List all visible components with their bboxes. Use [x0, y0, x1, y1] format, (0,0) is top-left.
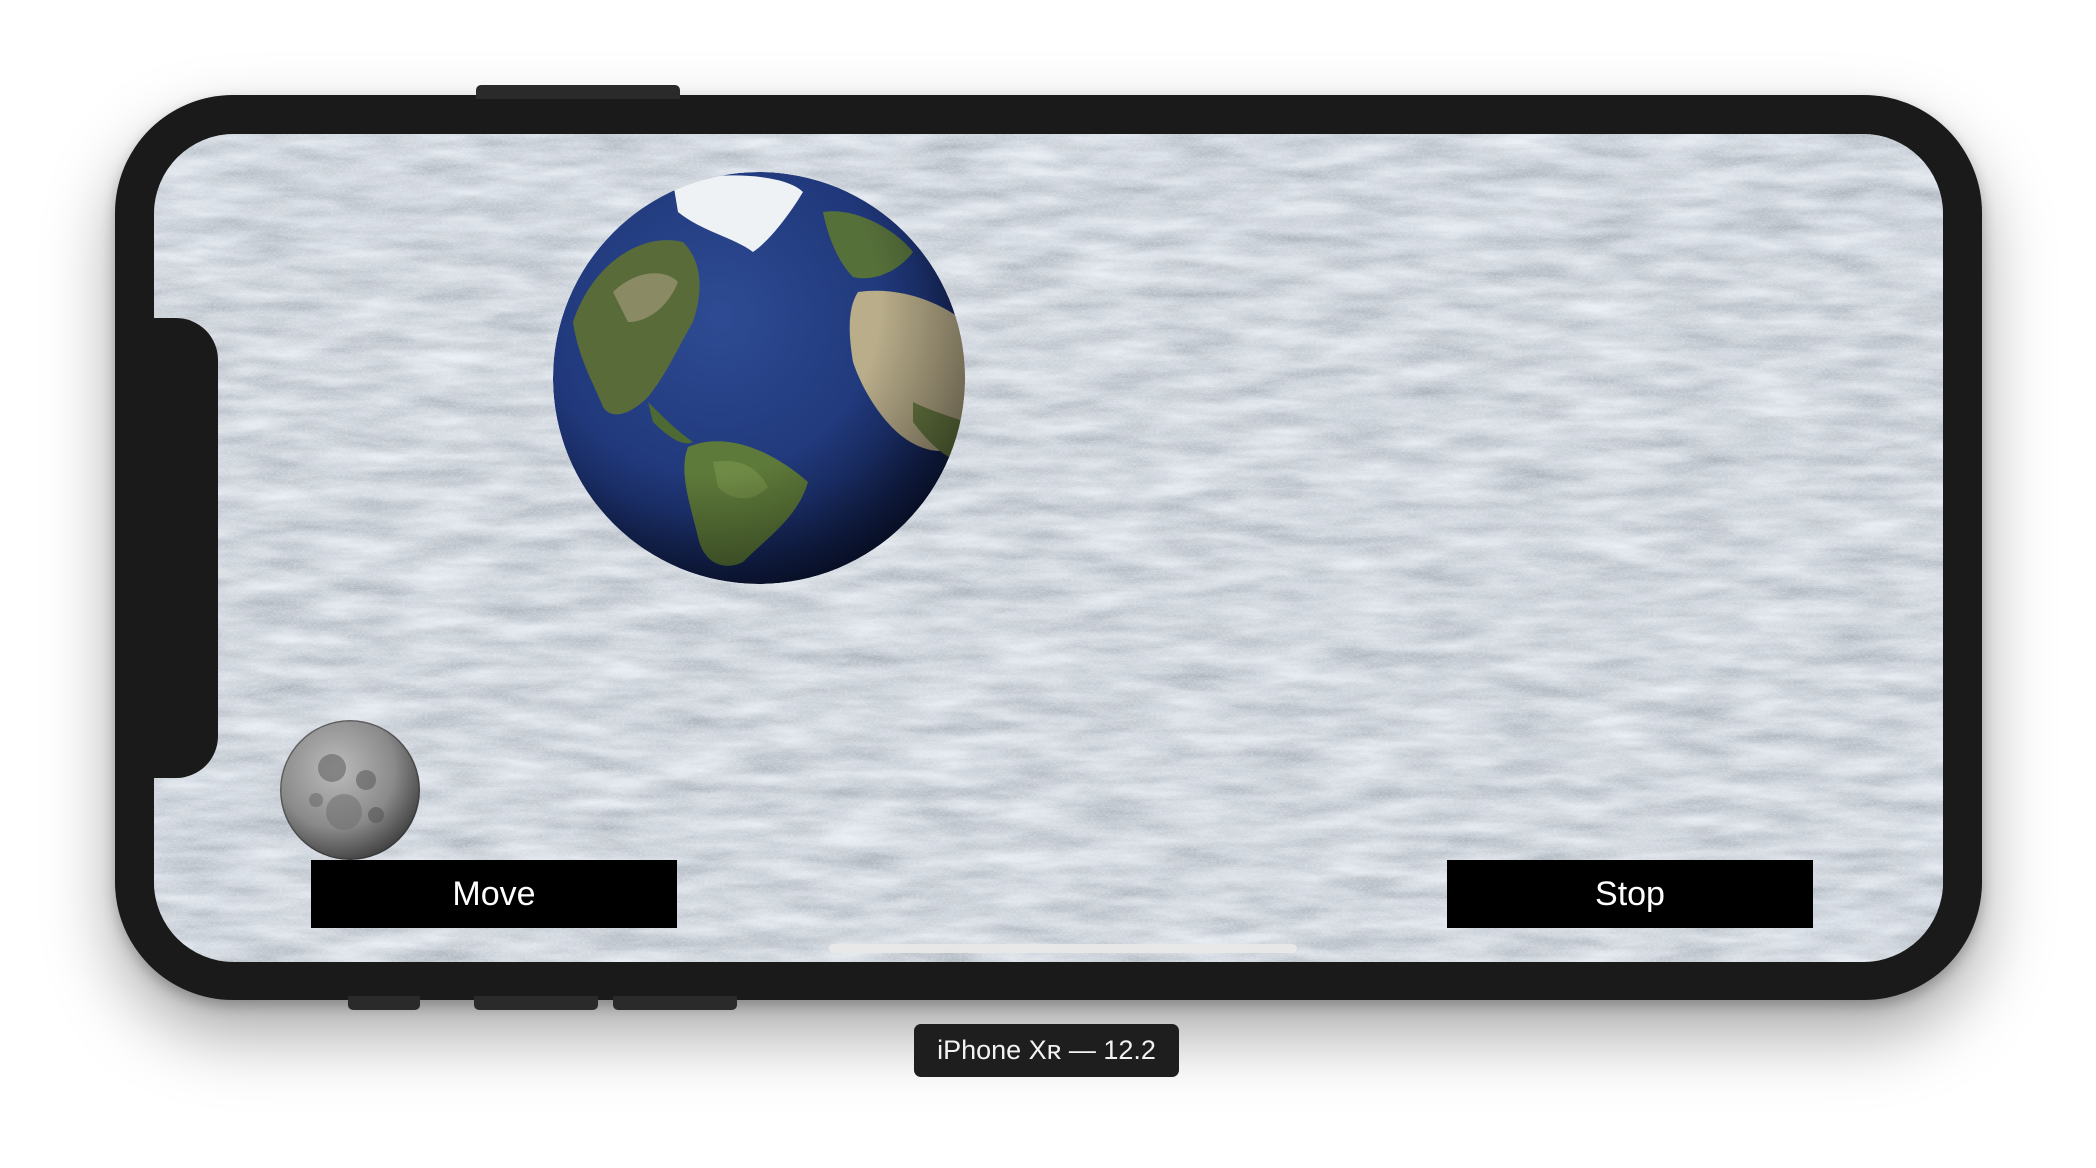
- stop-button[interactable]: Stop: [1447, 860, 1813, 928]
- simulator-device-label: iPhone Xʀ — 12.2: [914, 1024, 1179, 1077]
- mute-switch: [348, 996, 420, 1010]
- cloud-background: [154, 134, 1943, 962]
- volume-up-button: [474, 996, 598, 1010]
- app-screen: Move Stop: [154, 134, 1943, 962]
- moon-icon: [280, 720, 420, 860]
- move-button[interactable]: Move: [311, 860, 677, 928]
- volume-down-button: [613, 996, 737, 1010]
- sensor-notch: [154, 318, 218, 778]
- top-hardware-button: [476, 85, 680, 99]
- earth-globe-icon: [553, 172, 965, 584]
- home-indicator[interactable]: [829, 944, 1297, 953]
